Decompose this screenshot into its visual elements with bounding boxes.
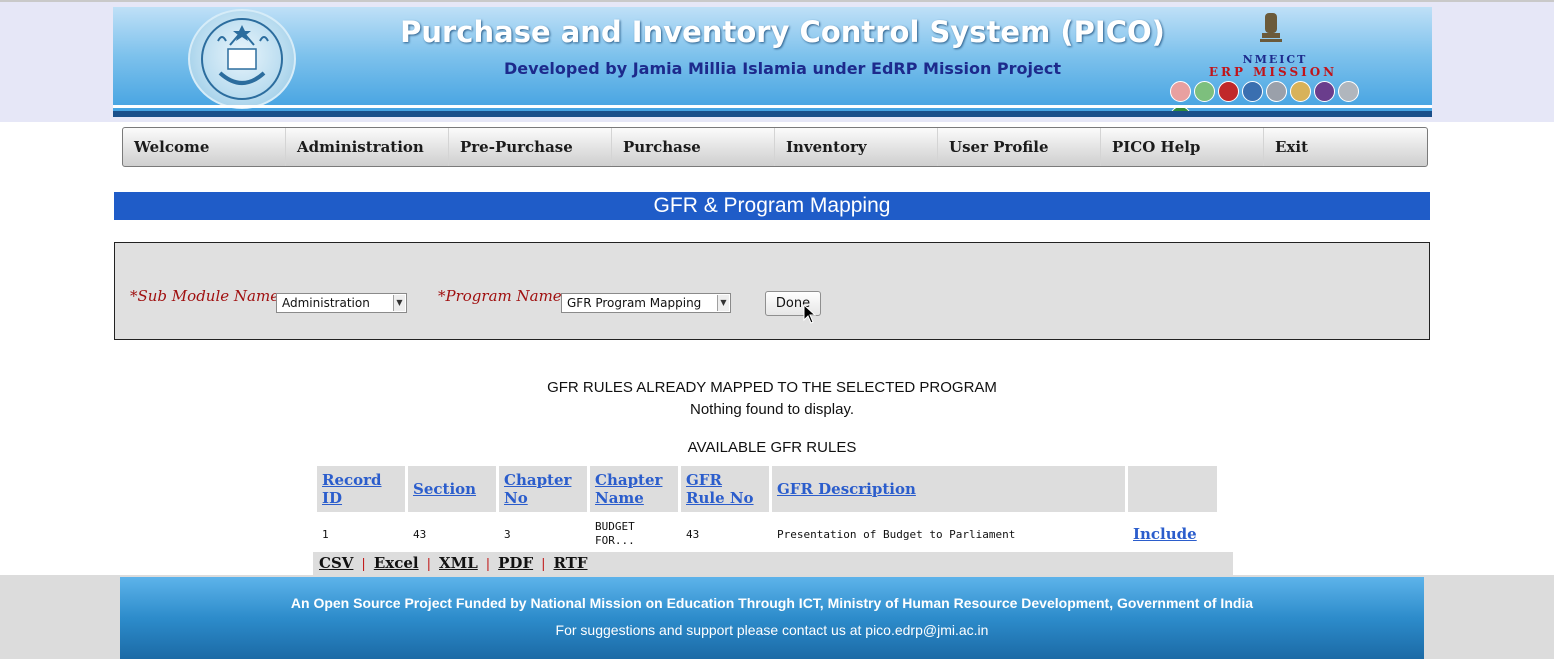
selection-form: *Sub Module Name: Administration ▼ *Prog… <box>114 242 1430 340</box>
seal-icon <box>1242 81 1263 102</box>
export-separator: | <box>361 557 366 572</box>
menu-pre-purchase[interactable]: Pre-Purchase <box>449 128 612 166</box>
include-link[interactable]: Include <box>1128 515 1217 553</box>
menu-purchase[interactable]: Purchase <box>612 128 775 166</box>
export-separator: | <box>541 557 546 572</box>
top-border <box>0 0 1554 2</box>
menu-inventory[interactable]: Inventory <box>775 128 938 166</box>
erp-mission-logo: NMEICT ERP MISSION <box>1165 9 1375 117</box>
banner-stripe-dark <box>113 111 1432 117</box>
seal-icon <box>1338 81 1359 102</box>
footer-contact-text: For suggestions and support please conta… <box>555 622 989 638</box>
mapped-rules-heading: GFR RULES ALREADY MAPPED TO THE SELECTED… <box>547 379 997 396</box>
export-xml-link[interactable]: XML <box>439 554 478 572</box>
available-gfr-table: Record ID Section Chapter No Chapter Nam… <box>314 463 1220 556</box>
export-options: CSV | Excel | XML | PDF | RTF <box>313 552 1233 575</box>
banner-stripe <box>113 105 1432 108</box>
export-excel-link[interactable]: Excel <box>374 554 419 572</box>
menu-administration[interactable]: Administration <box>286 128 449 166</box>
column-chapter-name[interactable]: Chapter Name <box>590 466 678 512</box>
footer-funding-text: An Open Source Project Funded by Nationa… <box>290 595 1254 611</box>
column-chapter-no[interactable]: Chapter No <box>499 466 587 512</box>
national-emblem-icon <box>1260 13 1282 42</box>
program-label: *Program Name: <box>438 287 567 305</box>
column-action <box>1128 466 1217 512</box>
seal-icon <box>1290 81 1311 102</box>
mapped-rules-empty-message: Nothing found to display. <box>690 401 854 418</box>
header-banner: Purchase and Inventory Control System (P… <box>113 7 1432 117</box>
program-select[interactable]: GFR Program Mapping ▼ <box>561 293 731 313</box>
cell-chapter-no: 3 <box>504 527 511 541</box>
column-gfr-description[interactable]: GFR Description <box>772 466 1125 512</box>
table-header-row: Record ID Section Chapter No Chapter Nam… <box>317 466 1217 512</box>
seal-icon <box>1314 81 1335 102</box>
erp-mission-text: ERP MISSION <box>1208 65 1338 79</box>
export-rtf-link[interactable]: RTF <box>553 554 587 572</box>
column-record-id[interactable]: Record ID <box>317 466 405 512</box>
mouse-cursor-icon <box>803 304 817 324</box>
cell-chapter-name: BUDGET FOR... <box>595 520 635 547</box>
menu-welcome[interactable]: Welcome <box>123 128 286 166</box>
seal-icon <box>1194 81 1215 102</box>
cell-gfr-rule-no: 43 <box>686 527 700 541</box>
table-row: 1 43 3 BUDGET FOR... 43 Presentation of … <box>317 515 1217 553</box>
chevron-down-icon: ▼ <box>717 295 729 311</box>
menu-exit[interactable]: Exit <box>1264 128 1427 166</box>
column-gfr-rule-no[interactable]: GFR Rule No <box>681 466 769 512</box>
seal-icon <box>1170 81 1191 102</box>
menu-user-profile[interactable]: User Profile <box>938 128 1101 166</box>
cell-gfr-description: Presentation of Budget to Parliament <box>777 527 1016 541</box>
export-csv-link[interactable]: CSV <box>319 554 353 572</box>
cell-record-id: 1 <box>322 527 329 541</box>
export-separator: | <box>426 557 431 572</box>
institution-seals <box>1170 81 1375 117</box>
column-section[interactable]: Section <box>408 466 496 512</box>
sub-module-select[interactable]: Administration ▼ <box>276 293 407 313</box>
chevron-down-icon: ▼ <box>393 295 405 311</box>
export-separator: | <box>485 557 491 572</box>
seal-icon <box>1218 81 1239 102</box>
footer: An Open Source Project Funded by Nationa… <box>120 577 1424 659</box>
sub-module-value: Administration <box>282 296 370 310</box>
main-menu: Welcome Administration Pre-Purchase Purc… <box>122 127 1428 167</box>
program-value: GFR Program Mapping <box>567 296 702 310</box>
export-pdf-link[interactable]: PDF <box>498 554 533 572</box>
seal-icon <box>1266 81 1287 102</box>
page-title: GFR & Program Mapping <box>114 192 1430 220</box>
cell-section: 43 <box>413 527 427 541</box>
menu-pico-help[interactable]: PICO Help <box>1101 128 1264 166</box>
available-rules-heading: AVAILABLE GFR RULES <box>687 439 857 456</box>
sub-module-label: *Sub Module Name: <box>130 287 285 305</box>
